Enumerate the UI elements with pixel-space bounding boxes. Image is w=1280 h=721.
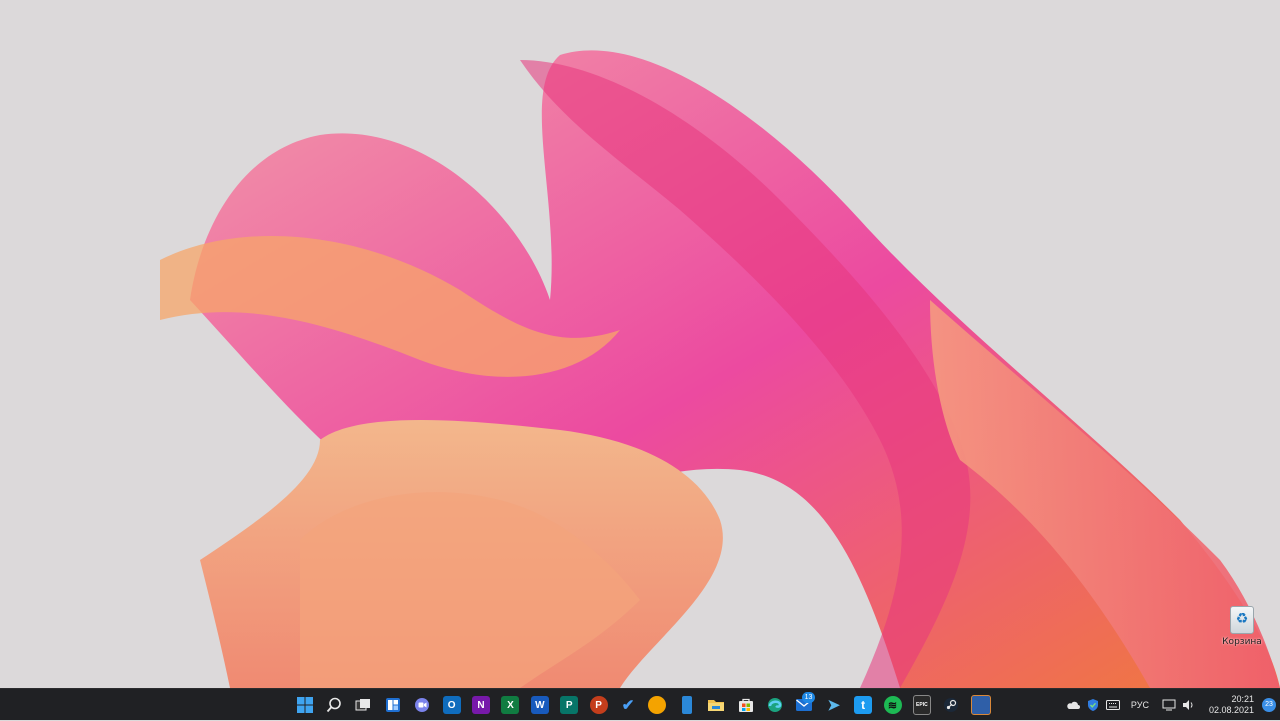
volume-icon[interactable] [1181, 697, 1197, 713]
taskbar-app-file-explorer[interactable] [701, 689, 730, 721]
publisher-icon: P [560, 696, 579, 714]
taskbar-app-sticky[interactable] [643, 689, 672, 721]
excel-icon: X [501, 696, 520, 714]
taskbar-app-publisher[interactable]: P [555, 689, 584, 721]
network-icon[interactable] [1161, 697, 1177, 713]
taskbar-app-extra[interactable] [966, 689, 995, 721]
edge-icon [767, 698, 782, 712]
app-icon [648, 696, 667, 714]
powerpoint-icon: P [589, 696, 608, 714]
clock[interactable]: 20:21 02.08.2021 [1209, 694, 1254, 716]
widgets-icon [385, 698, 400, 712]
taskbar-app-epic-games[interactable]: EPIC [907, 689, 936, 721]
taskbar-app-onenote[interactable]: N [466, 689, 495, 721]
folder-icon [708, 700, 725, 711]
desktop-icon-label: Корзина [1222, 637, 1262, 647]
mail-unread-badge: 13 [802, 692, 816, 703]
onenote-icon: N [472, 696, 491, 714]
taskbar-app-phone[interactable] [672, 689, 701, 721]
checkmark-icon: ✔ [621, 697, 635, 714]
app-icon [970, 695, 991, 715]
taskbar-app-excel[interactable]: X [496, 689, 525, 721]
taskbar-app-todo[interactable]: ✔ [613, 689, 642, 721]
epic-games-icon: EPIC [912, 695, 931, 715]
language-indicator[interactable]: РУС [1131, 700, 1149, 710]
desktop-wallpaper [160, 50, 1280, 688]
taskbar-app-telegram[interactable]: ➤ [819, 689, 848, 721]
system-tray: РУС 20:21 02.08.2021 23 [1063, 689, 1280, 721]
taskbar-app-edge[interactable] [760, 689, 789, 721]
recycle-bin-icon [1230, 606, 1254, 634]
taskbar-apps: O N X W P P ✔ 13 ➤ t ≋ EPIC [290, 689, 995, 721]
start-button[interactable] [290, 689, 319, 721]
outlook-icon: O [442, 696, 461, 714]
security-icon[interactable] [1085, 697, 1101, 713]
clock-time: 20:21 [1231, 694, 1254, 704]
taskbar-app-twitter[interactable]: t [848, 689, 877, 721]
taskbar-app-powerpoint[interactable]: P [584, 689, 613, 721]
taskbar-app-outlook[interactable]: O [437, 689, 466, 721]
desktop-icon-recycle-bin[interactable]: Корзина [1220, 606, 1264, 652]
notification-count-badge[interactable]: 23 [1262, 698, 1276, 712]
twitter-icon: t [854, 696, 873, 714]
taskbar-app-mail[interactable]: 13 [790, 689, 819, 721]
taskbar: O N X W P P ✔ 13 ➤ t ≋ EPIC РУС 20:21 02… [0, 688, 1280, 720]
task-view-icon [355, 699, 371, 711]
search-button[interactable] [319, 689, 348, 721]
onedrive-icon[interactable] [1065, 697, 1081, 713]
clock-date: 02.08.2021 [1208, 705, 1254, 715]
windows-logo-icon [296, 697, 313, 713]
taskbar-app-word[interactable]: W [525, 689, 554, 721]
store-icon [738, 698, 753, 712]
chat-icon [415, 698, 430, 712]
widgets-button[interactable] [378, 689, 407, 721]
taskbar-app-store[interactable] [731, 689, 760, 721]
chat-button[interactable] [408, 689, 437, 721]
keyboard-icon[interactable] [1105, 697, 1121, 713]
word-icon: W [530, 696, 549, 714]
steam-icon [944, 698, 959, 712]
spotify-icon: ≋ [883, 696, 902, 714]
phone-icon [681, 696, 692, 714]
search-icon [326, 697, 341, 713]
taskbar-app-steam[interactable] [937, 689, 966, 721]
taskbar-app-spotify[interactable]: ≋ [878, 689, 907, 721]
task-view-button[interactable] [349, 689, 378, 721]
telegram-icon: ➤ [827, 697, 840, 714]
